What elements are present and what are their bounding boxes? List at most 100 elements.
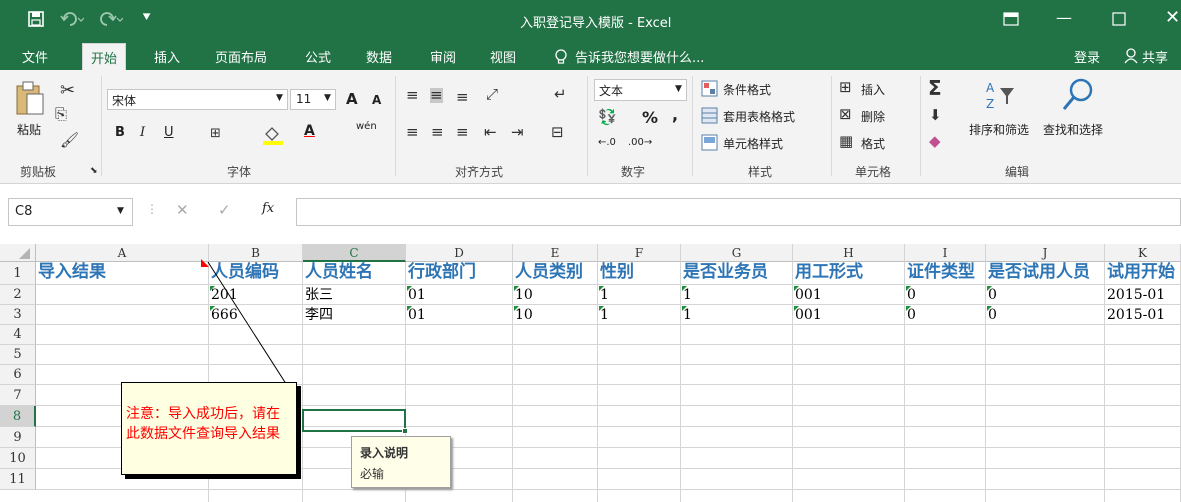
insert-cells-button[interactable]: 插入: [861, 81, 885, 98]
font-color-button[interactable]: A: [304, 123, 315, 139]
column-header-f[interactable]: F: [598, 244, 681, 262]
select-all-button[interactable]: [0, 244, 36, 262]
cancel-icon[interactable]: ✕: [176, 201, 189, 219]
row-header-10[interactable]: 10: [0, 448, 36, 469]
header-cell-f[interactable]: 性别: [598, 261, 681, 284]
data-cell-j2[interactable]: 0: [986, 285, 1105, 305]
row-header-8[interactable]: 8: [0, 406, 36, 427]
accounting-format-icon[interactable]: 💱: [598, 110, 617, 125]
copy-icon[interactable]: ⎘: [55, 107, 67, 122]
column-header-c[interactable]: C: [303, 244, 406, 262]
phonetic-button[interactable]: wén: [356, 121, 377, 132]
insert-function-button[interactable]: fx: [262, 201, 274, 216]
header-cell-k[interactable]: 试用开始: [1105, 261, 1181, 284]
autosum-icon[interactable]: Σ: [928, 78, 942, 98]
header-cell-i[interactable]: 证件类型: [905, 261, 986, 284]
formula-input[interactable]: [296, 198, 1181, 226]
column-header-g[interactable]: G: [681, 244, 793, 262]
tab-formulas[interactable]: 公式: [305, 47, 331, 66]
active-cell-selection[interactable]: [302, 409, 408, 434]
splitter-handle[interactable]: ⋮: [146, 202, 158, 216]
cell-styles-button[interactable]: 单元格样式: [723, 135, 783, 152]
row-header-4[interactable]: 4: [0, 325, 36, 345]
tell-me-search[interactable]: 告诉我您想要做什么...: [575, 47, 704, 66]
data-cell-k3[interactable]: 2015-01: [1105, 305, 1181, 325]
column-header-j[interactable]: J: [986, 244, 1105, 262]
increase-decimal-icon[interactable]: ←.0: [598, 137, 616, 148]
clear-icon[interactable]: ◆: [929, 134, 941, 149]
column-header-i[interactable]: I: [905, 244, 986, 262]
cut-icon[interactable]: ✂: [60, 82, 75, 100]
data-cell-h3[interactable]: 001: [793, 305, 905, 325]
column-header-a[interactable]: A: [36, 244, 209, 262]
tab-file[interactable]: 文件: [22, 47, 48, 66]
format-cells-button[interactable]: 格式: [861, 135, 885, 152]
font-name-dropdown[interactable]: 宋体 ▼: [107, 89, 288, 110]
comma-style-button[interactable]: ,: [672, 105, 678, 124]
maximize-icon[interactable]: [1112, 12, 1126, 26]
data-cell-g2[interactable]: 1: [681, 285, 793, 305]
align-top-icon[interactable]: ≡: [406, 88, 419, 103]
share-button[interactable]: 共享: [1142, 47, 1168, 66]
borders-icon[interactable]: ⊞: [210, 127, 221, 140]
tab-view[interactable]: 视图: [490, 47, 516, 66]
column-header-e[interactable]: E: [513, 244, 598, 262]
align-left-icon[interactable]: ≡: [406, 125, 419, 140]
data-cell-j3[interactable]: 0: [986, 305, 1105, 325]
column-header-k[interactable]: K: [1105, 244, 1181, 262]
data-cell-c3[interactable]: 李四: [303, 305, 406, 325]
comment-indicator[interactable]: [201, 259, 209, 267]
shrink-font-button[interactable]: A: [372, 93, 381, 107]
delete-cells-button[interactable]: 删除: [861, 108, 885, 125]
data-cell-i2[interactable]: 0: [905, 285, 986, 305]
align-right-icon[interactable]: ≡: [456, 125, 469, 140]
minimize-icon[interactable]: —: [1056, 8, 1072, 27]
sort-filter-button[interactable]: 排序和筛选: [969, 121, 1029, 138]
tab-review[interactable]: 审阅: [430, 47, 456, 66]
find-select-button[interactable]: 查找和选择: [1043, 121, 1103, 138]
align-bottom-icon[interactable]: ≡: [456, 90, 469, 105]
header-cell-c[interactable]: 人员姓名: [303, 261, 406, 284]
quick-access-customize-icon[interactable]: ⯆: [141, 10, 152, 26]
merge-center-icon[interactable]: ⊟: [551, 125, 564, 140]
header-cell-d[interactable]: 行政部门: [406, 261, 513, 284]
column-header-d[interactable]: D: [406, 244, 513, 262]
data-cell-f3[interactable]: 1: [598, 305, 681, 325]
header-cell-j[interactable]: 是否试用人员: [986, 261, 1105, 284]
data-cell-e2[interactable]: 10: [513, 285, 598, 305]
paste-button[interactable]: [13, 80, 47, 120]
fill-handle[interactable]: [402, 428, 408, 434]
data-cell-c2[interactable]: 张三: [303, 285, 406, 305]
tab-insert[interactable]: 插入: [154, 47, 180, 66]
header-cell-a[interactable]: 导入结果: [36, 261, 209, 284]
header-cell-e[interactable]: 人员类别: [513, 261, 598, 284]
row-header-7[interactable]: 7: [0, 385, 36, 406]
ribbon-display-options-icon[interactable]: [1003, 12, 1019, 26]
data-cell-a2[interactable]: [36, 285, 209, 305]
worksheet-grid[interactable]: ABCDEFGHIJK 1 2 3 4 5 6 7 8 9 10 11 导入结果 人员编码 人员姓名 行政…: [0, 244, 1181, 502]
redo-icon[interactable]: [97, 10, 123, 28]
format-as-table-button[interactable]: 套用表格格式: [723, 108, 795, 125]
column-header-h[interactable]: H: [793, 244, 905, 262]
data-cell-g3[interactable]: 1: [681, 305, 793, 325]
italic-button[interactable]: I: [140, 125, 145, 140]
tab-home[interactable]: 开始: [82, 43, 127, 70]
enter-icon[interactable]: ✓: [218, 201, 231, 219]
bold-button[interactable]: B: [115, 125, 125, 140]
data-cell-d3[interactable]: 01: [406, 305, 513, 325]
data-cell-k2[interactable]: 2015-01: [1105, 285, 1181, 305]
decrease-indent-icon[interactable]: ⇤: [484, 125, 497, 140]
data-cell-f2[interactable]: 1: [598, 285, 681, 305]
number-format-dropdown[interactable]: 文本 ▼: [594, 79, 687, 101]
row-header-2[interactable]: 2: [0, 285, 36, 305]
tab-page-layout[interactable]: 页面布局: [215, 47, 267, 66]
name-box[interactable]: C8 ▼: [8, 198, 133, 226]
row-header-1[interactable]: 1: [0, 262, 36, 285]
save-icon[interactable]: [28, 11, 44, 27]
tab-data[interactable]: 数据: [366, 47, 392, 66]
header-cell-h[interactable]: 用工形式: [793, 261, 905, 284]
underline-button[interactable]: U: [164, 125, 174, 140]
data-cell-a3[interactable]: [36, 305, 209, 325]
cell-comment[interactable]: 注意：导入成功后，请在此数据文件查询导入结果: [121, 382, 297, 475]
row-header-3[interactable]: 3: [0, 305, 36, 325]
